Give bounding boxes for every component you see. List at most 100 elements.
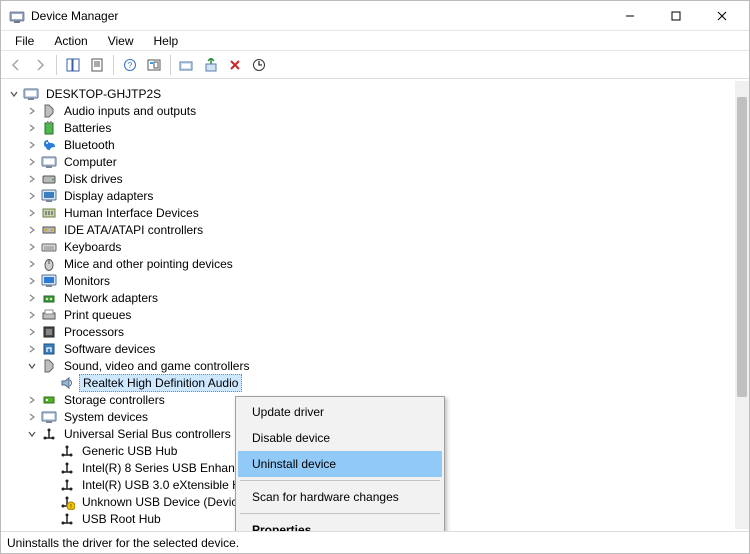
scan-hardware-button[interactable]: [248, 54, 270, 76]
tree-category[interactable]: Bluetooth: [1, 136, 735, 153]
tree-category[interactable]: Computer: [1, 153, 735, 170]
toolbar-icon-2[interactable]: [143, 54, 165, 76]
tree-device-selected[interactable]: Realtek High Definition Audio: [1, 374, 735, 391]
category-icon: [41, 188, 57, 204]
chevron-right-icon[interactable]: [25, 223, 39, 237]
category-icon: [41, 273, 57, 289]
device-manager-icon: [9, 8, 25, 24]
vertical-scrollbar[interactable]: [735, 81, 749, 529]
root-label: DESKTOP-GHJTP2S: [43, 86, 164, 102]
show-hide-tree-button[interactable]: [62, 54, 84, 76]
device-label: Generic USB Hub: [79, 443, 180, 459]
category-label: Print queues: [61, 307, 134, 323]
category-label: Monitors: [61, 273, 113, 289]
usb-icon: !: [59, 494, 75, 510]
chevron-right-icon[interactable]: [25, 155, 39, 169]
chevron-right-icon[interactable]: [25, 240, 39, 254]
help-button[interactable]: ?: [119, 54, 141, 76]
chevron-right-icon[interactable]: [25, 325, 39, 339]
ctx-uninstall-device[interactable]: Uninstall device: [238, 451, 442, 477]
category-label: Mice and other pointing devices: [61, 256, 236, 272]
tree-category[interactable]: Network adapters: [1, 289, 735, 306]
uninstall-device-button[interactable]: [224, 54, 246, 76]
chevron-right-icon[interactable]: [25, 104, 39, 118]
statusbar: Uninstalls the driver for the selected d…: [1, 531, 749, 553]
update-driver-button[interactable]: [176, 54, 198, 76]
tree-category[interactable]: Monitors: [1, 272, 735, 289]
tree-category[interactable]: Mice and other pointing devices: [1, 255, 735, 272]
usb-icon: [59, 460, 75, 476]
chevron-right-icon[interactable]: [25, 206, 39, 220]
category-label: Software devices: [61, 341, 158, 357]
category-icon: [41, 307, 57, 323]
chevron-down-icon[interactable]: [25, 359, 39, 373]
chevron-right-icon[interactable]: [25, 291, 39, 305]
menu-action[interactable]: Action: [44, 32, 97, 50]
chevron-right-icon[interactable]: [25, 138, 39, 152]
tree-category[interactable]: Disk drives: [1, 170, 735, 187]
tree-category[interactable]: Display adapters: [1, 187, 735, 204]
chevron-right-icon[interactable]: [25, 393, 39, 407]
tree-root-node[interactable]: DESKTOP-GHJTP2S: [1, 85, 735, 102]
category-label: Network adapters: [61, 290, 161, 306]
ctx-disable-device[interactable]: Disable device: [238, 425, 442, 451]
maximize-button[interactable]: [653, 2, 699, 30]
tree-category[interactable]: Batteries: [1, 119, 735, 136]
chevron-right-icon[interactable]: [25, 274, 39, 288]
category-label: Bluetooth: [61, 137, 118, 153]
tree-category[interactable]: Sound, video and game controllers: [1, 357, 735, 374]
menu-help[interactable]: Help: [144, 32, 189, 50]
computer-icon: [23, 86, 39, 102]
category-icon: [41, 392, 57, 408]
device-label: Realtek High Definition Audio: [79, 374, 242, 392]
category-icon: [41, 137, 57, 153]
menu-view[interactable]: View: [98, 32, 144, 50]
chevron-right-icon[interactable]: [25, 308, 39, 322]
properties-button[interactable]: [86, 54, 108, 76]
chevron-right-icon[interactable]: [25, 342, 39, 356]
chevron-right-icon[interactable]: [25, 172, 39, 186]
category-label: Computer: [61, 154, 120, 170]
category-label: Sound, video and game controllers: [61, 358, 252, 374]
tree-category[interactable]: Audio inputs and outputs: [1, 102, 735, 119]
close-button[interactable]: [699, 2, 745, 30]
tree-category[interactable]: Keyboards: [1, 238, 735, 255]
toolbar: ?: [1, 51, 749, 79]
category-icon: [41, 239, 57, 255]
category-icon: [41, 103, 57, 119]
chevron-right-icon[interactable]: [25, 189, 39, 203]
menu-file[interactable]: File: [5, 32, 44, 50]
category-icon: [41, 154, 57, 170]
ctx-scan-hardware[interactable]: Scan for hardware changes: [238, 484, 442, 510]
category-icon: [41, 205, 57, 221]
category-icon: [41, 426, 57, 442]
scroll-thumb[interactable]: [737, 97, 747, 397]
chevron-right-icon[interactable]: [25, 121, 39, 135]
chevron-down-icon[interactable]: [25, 427, 39, 441]
speaker-icon: [59, 375, 75, 391]
tree-category[interactable]: Human Interface Devices: [1, 204, 735, 221]
category-label: Human Interface Devices: [61, 205, 202, 221]
category-label: Display adapters: [61, 188, 156, 204]
category-icon: [41, 290, 57, 306]
back-button[interactable]: [5, 54, 27, 76]
status-text: Uninstalls the driver for the selected d…: [7, 536, 239, 550]
tree-category[interactable]: IDE ATA/ATAPI controllers: [1, 221, 735, 238]
category-icon: [41, 324, 57, 340]
chevron-down-icon[interactable]: [7, 87, 21, 101]
category-icon: [41, 409, 57, 425]
category-label: System devices: [61, 409, 151, 425]
category-label: Processors: [61, 324, 127, 340]
device-label: Intel(R) USB 3.0 eXtensible H: [79, 477, 244, 493]
chevron-right-icon[interactable]: [25, 410, 39, 424]
minimize-button[interactable]: [607, 2, 653, 30]
tree-category[interactable]: Print queues: [1, 306, 735, 323]
tree-category[interactable]: Processors: [1, 323, 735, 340]
category-icon: [41, 171, 57, 187]
ctx-update-driver[interactable]: Update driver: [238, 399, 442, 425]
tree-category[interactable]: Software devices: [1, 340, 735, 357]
enable-device-button[interactable]: [200, 54, 222, 76]
chevron-right-icon[interactable]: [25, 257, 39, 271]
forward-button[interactable]: [29, 54, 51, 76]
device-label: Unknown USB Device (Devic: [79, 494, 240, 510]
